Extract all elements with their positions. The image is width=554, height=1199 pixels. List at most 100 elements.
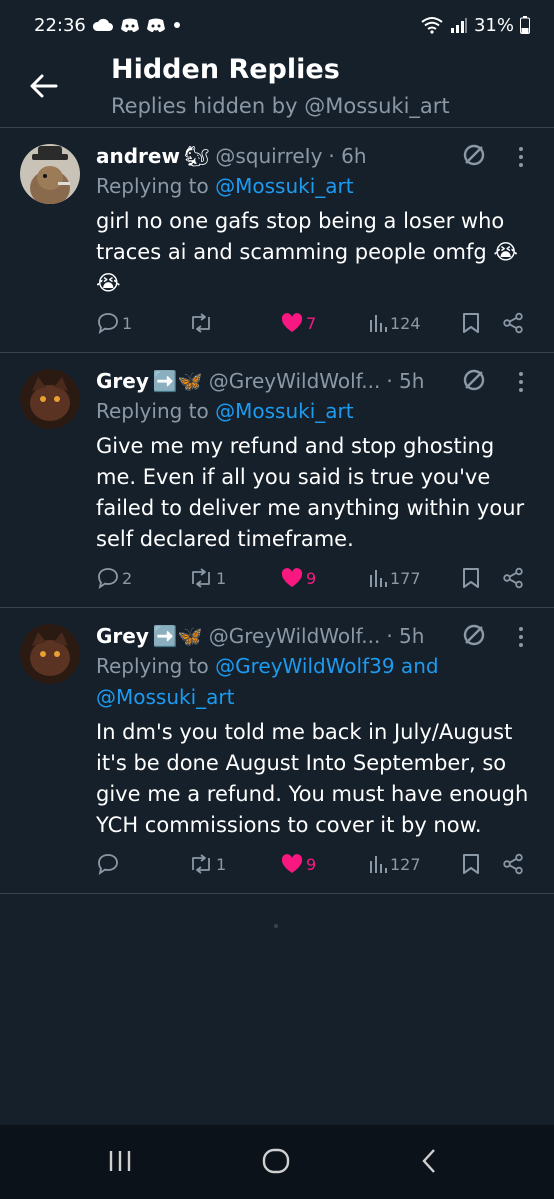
tweet-header: Grey ➡️🦋 @GreyWildWolf... · 5h (96, 367, 424, 395)
tweet-header: Grey ➡️🦋 @GreyWildWolf... · 5h (96, 622, 424, 650)
like-button[interactable]: 7 (280, 312, 316, 334)
system-nav-bar (0, 1125, 554, 1199)
tweet-text: girl no one gafs stop being a loser who … (96, 209, 518, 295)
tweet[interactable]: Grey ➡️🦋 @GreyWildWolf... · 5h Replying … (0, 367, 554, 605)
tweet-divider (0, 607, 554, 608)
status-left: 22:36 (34, 15, 182, 36)
views-button[interactable]: 127 (368, 853, 421, 875)
bookmark-button[interactable] (462, 567, 480, 589)
like-count: 9 (306, 568, 317, 588)
page-subtitle: Replies hidden by @Mossuki_art (111, 94, 450, 118)
avatar[interactable] (20, 624, 80, 684)
back-button[interactable] (26, 68, 62, 104)
replying-prefix: Replying to (96, 399, 209, 423)
replying-to: Replying to @Mossuki_art (96, 171, 354, 202)
tweet-divider (0, 352, 554, 353)
reply-count: 2 (122, 568, 133, 588)
status-bar: 22:36 31% (0, 0, 554, 50)
mention-link[interactable]: @Mossuki_art (96, 685, 234, 709)
display-name[interactable]: andrew (96, 144, 180, 168)
view-count: 127 (390, 854, 421, 874)
discord-icon (146, 18, 165, 32)
bookmark-button[interactable] (462, 312, 480, 334)
notification-dot-icon (173, 22, 180, 28)
recent-apps-icon (109, 1151, 131, 1171)
back-nav-button[interactable] (418, 1147, 442, 1179)
unhide-button[interactable] (461, 622, 487, 648)
page-header: Hidden Replies Replies hidden by @Mossuk… (0, 52, 554, 126)
unhide-button[interactable] (461, 367, 487, 393)
hidden-reply-icon (463, 144, 485, 166)
views-button[interactable]: 124 (368, 312, 421, 334)
reply-count: 1 (122, 313, 133, 333)
page-title: Hidden Replies (111, 54, 340, 85)
more-button[interactable] (514, 144, 528, 170)
more-vertical-icon (519, 627, 523, 647)
replying-to: Replying to @GreyWildWolf39 and @Mossuki… (96, 651, 439, 713)
tweet[interactable]: Grey ➡️🦋 @GreyWildWolf... · 5h Replying … (0, 622, 554, 890)
battery-icon (520, 16, 530, 34)
retweet-button[interactable]: 1 (188, 853, 226, 875)
recent-apps-button[interactable] (106, 1147, 134, 1179)
retweet-icon (192, 568, 210, 588)
arrow-left-icon (30, 74, 58, 98)
bookmark-icon (463, 313, 479, 333)
replying-to: Replying to @Mossuki_art (96, 396, 354, 427)
heart-icon (281, 313, 303, 332)
display-name[interactable]: Grey (96, 369, 149, 393)
retweet-count: 1 (216, 568, 227, 588)
wifi-icon (421, 17, 443, 34)
view-count: 177 (390, 568, 421, 588)
like-count: 9 (306, 854, 317, 874)
retweet-button[interactable]: 1 (188, 567, 226, 589)
status-time: 22:36 (34, 14, 86, 36)
signal-icon (450, 18, 467, 33)
mention-link[interactable]: @Mossuki_art (215, 399, 353, 423)
display-name[interactable]: Grey (96, 624, 149, 648)
views-button[interactable]: 177 (368, 567, 421, 589)
comment-icon (98, 313, 118, 334)
bookmark-icon (463, 568, 479, 588)
share-icon (503, 567, 523, 589)
tweet-header: andrew 🐿 @squirreIy · 6h (96, 142, 367, 170)
comment-icon (98, 854, 118, 875)
user-handle[interactable]: @GreyWildWolf... (209, 624, 381, 648)
more-button[interactable] (514, 624, 528, 650)
share-button[interactable] (502, 312, 524, 334)
like-button[interactable]: 9 (280, 567, 316, 589)
bookmark-icon (463, 854, 479, 874)
discord-icon (120, 18, 139, 32)
bookmark-button[interactable] (462, 853, 480, 875)
user-handle[interactable]: @GreyWildWolf... (209, 369, 381, 393)
share-icon (503, 312, 523, 334)
reply-button[interactable]: 2 (96, 567, 132, 589)
home-button[interactable] (261, 1147, 291, 1179)
tweet-divider (0, 893, 554, 894)
status-right: 31% (420, 15, 530, 36)
reply-button[interactable] (96, 853, 122, 875)
name-emoji: 🐿 (183, 144, 210, 168)
retweet-icon (192, 854, 210, 874)
mention-link[interactable]: @Mossuki_art (215, 174, 353, 198)
tweet-text: Give me my refund and stop ghosting me. … (96, 434, 525, 551)
heart-icon (281, 854, 303, 873)
like-button[interactable]: 9 (280, 853, 316, 875)
share-button[interactable] (502, 853, 524, 875)
user-handle[interactable]: @squirreIy (215, 144, 322, 168)
heart-icon (281, 568, 303, 587)
retweet-count: 1 (216, 854, 227, 874)
retweet-button[interactable] (188, 312, 216, 334)
share-icon (503, 853, 523, 875)
reply-button[interactable]: 1 (96, 312, 132, 334)
header-divider (0, 127, 554, 128)
avatar[interactable] (20, 369, 80, 429)
more-vertical-icon (519, 372, 523, 392)
tweet[interactable]: andrew 🐿 @squirreIy · 6h Replying to @Mo… (0, 142, 554, 350)
unhide-button[interactable] (461, 142, 487, 168)
avatar[interactable] (20, 144, 80, 204)
share-button[interactable] (502, 567, 524, 589)
mention-link[interactable]: @GreyWildWolf39 and (215, 654, 438, 678)
tweet-actions: 2 1 9 177 (96, 567, 536, 595)
more-button[interactable] (514, 369, 528, 395)
tweet-time: · 6h (328, 144, 367, 168)
